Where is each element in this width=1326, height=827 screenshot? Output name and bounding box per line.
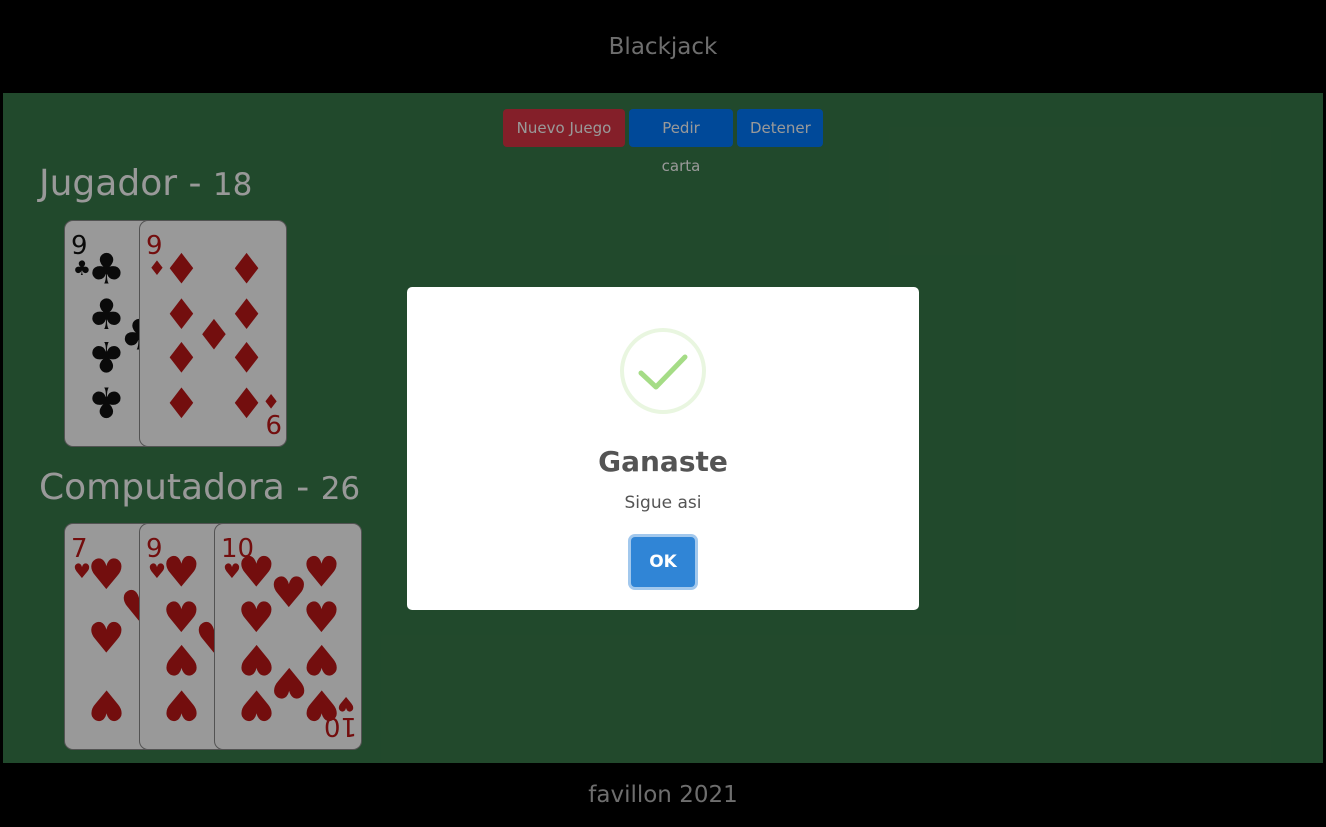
dialog-message: Sigue asi — [624, 493, 702, 513]
dialog-title: Ganaste — [598, 445, 728, 478]
result-dialog: Ganaste Sigue asi OK — [407, 287, 919, 610]
success-check-icon — [620, 328, 706, 414]
ok-button[interactable]: OK — [631, 537, 695, 587]
